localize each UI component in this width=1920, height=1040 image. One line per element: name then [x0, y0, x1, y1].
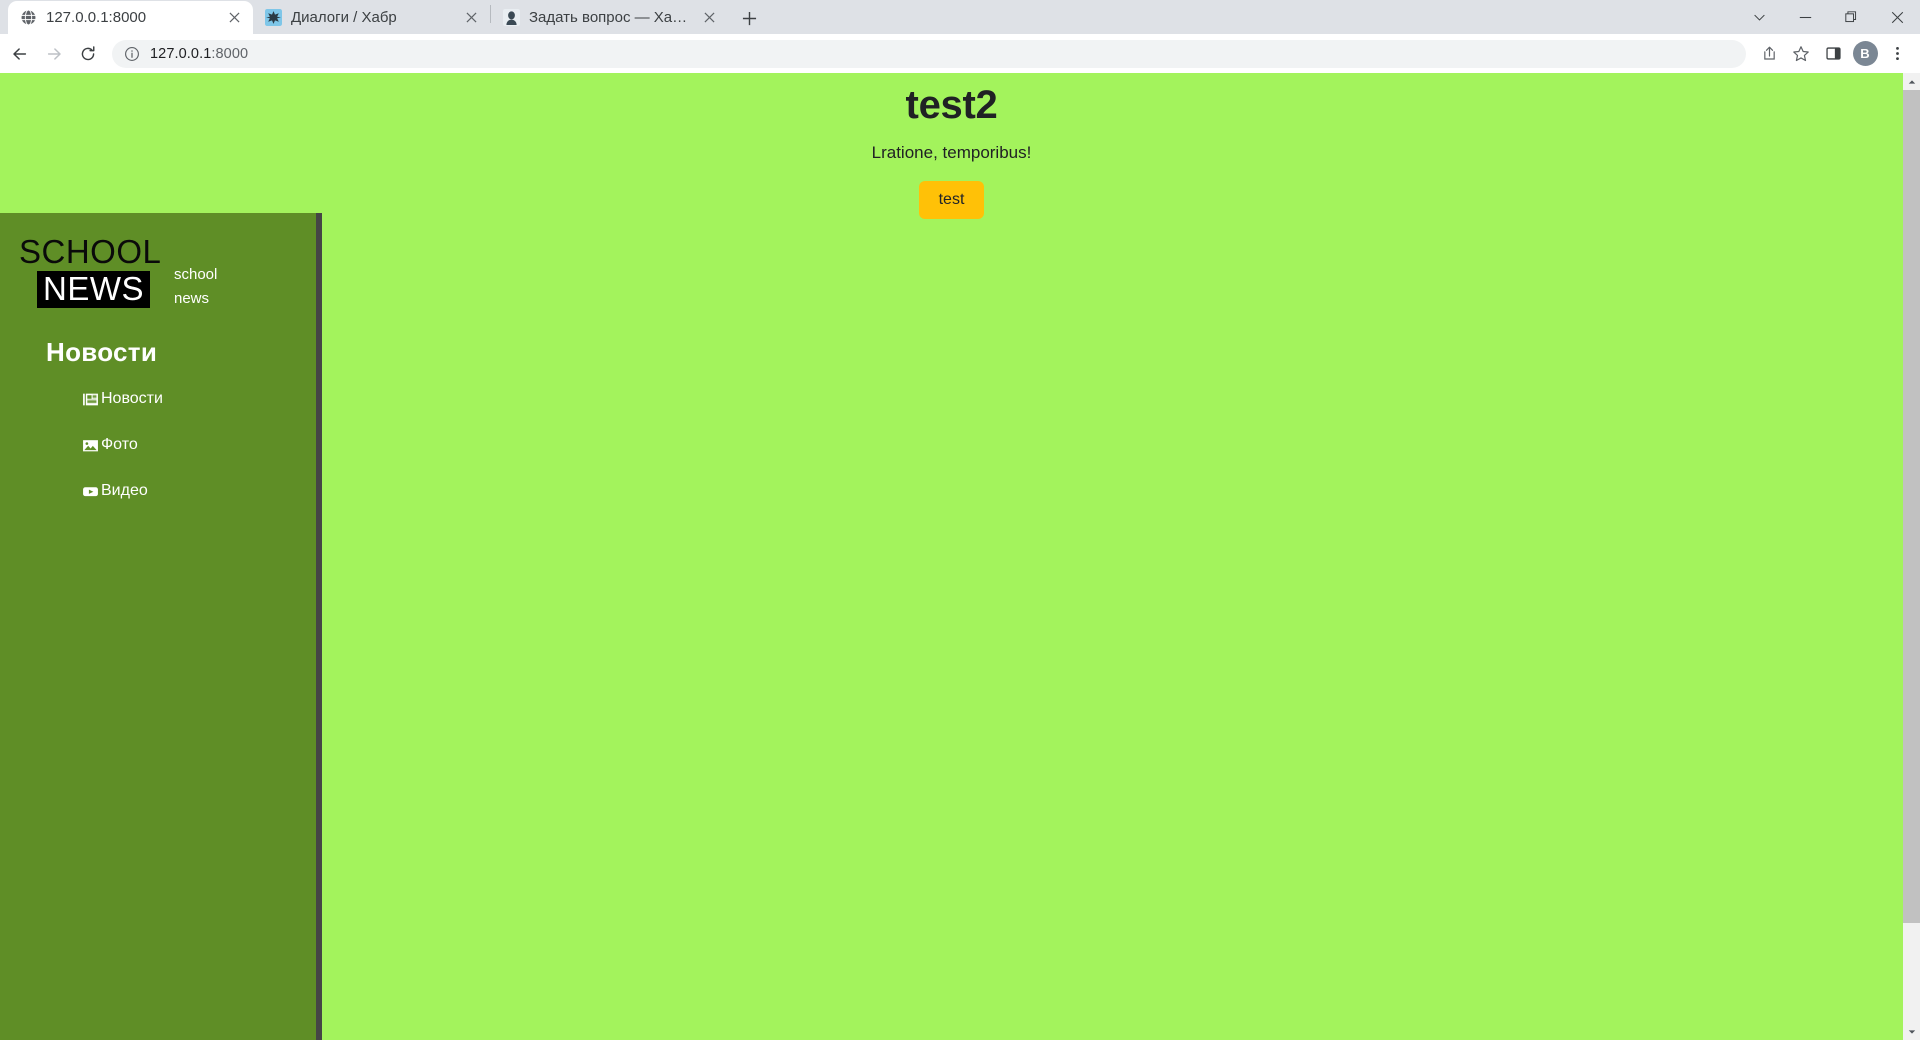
close-icon[interactable] [462, 9, 480, 27]
sidebar-nav: Новости Фото Видео [0, 368, 316, 500]
page-scrollbar[interactable] [1903, 73, 1920, 1040]
browser-window: 127.0.0.1:8000 Диалоги / Хабр Задать воп… [0, 0, 1920, 1040]
site-info-icon[interactable] [124, 46, 140, 62]
profile-button[interactable]: B [1850, 39, 1880, 69]
logo-word-school: school [174, 266, 218, 283]
browser-tab-2[interactable]: Диалоги / Хабр [253, 1, 490, 34]
browser-toolbar: 127.0.0.1:8000 B [0, 34, 1920, 73]
image-icon [82, 437, 99, 454]
arrow-left-icon [13, 47, 27, 60]
reload-button[interactable] [72, 38, 104, 70]
sidebar: SCHOOL NEWS school news Новости Новости … [0, 213, 322, 1040]
tab-search-button[interactable] [1736, 0, 1782, 34]
avatar: B [1852, 41, 1878, 66]
window-controls [1736, 0, 1920, 34]
url-host: 127.0.0.1 [150, 45, 212, 62]
maximize-button[interactable] [1828, 0, 1874, 34]
side-panel-icon [1825, 47, 1841, 60]
scrollbar-track[interactable] [1903, 90, 1920, 1023]
share-icon [1763, 46, 1775, 60]
scroll-down-button[interactable] [1903, 1023, 1920, 1040]
close-button[interactable] [1874, 0, 1920, 34]
side-panel-button[interactable] [1818, 39, 1848, 69]
browser-menu-button[interactable] [1882, 39, 1912, 69]
close-icon[interactable] [225, 9, 243, 27]
scroll-up-button[interactable] [1903, 73, 1920, 90]
logo-mark: SCHOOL NEWS [14, 235, 174, 308]
close-icon[interactable] [700, 9, 718, 27]
arrow-right-icon [47, 47, 61, 60]
maximize-icon [1844, 10, 1856, 22]
sidebar-item-label: Новости [101, 390, 163, 407]
star-icon [1793, 45, 1809, 61]
sidebar-heading: Новости [46, 337, 158, 367]
tab-title: Задать вопрос — Хабр Q&A [529, 8, 691, 26]
browser-tab-1[interactable]: 127.0.0.1:8000 [8, 1, 253, 34]
logo-news-text: NEWS [37, 270, 150, 308]
tab-title: 127.0.0.1:8000 [46, 8, 147, 26]
forward-button[interactable] [38, 38, 70, 70]
page-content: test2 Lratione, temporibus! test SCHOOL … [0, 73, 1903, 1040]
habr-dialogs-icon [265, 9, 282, 26]
logo-word-news: news [174, 290, 210, 307]
address-bar-text: 127.0.0.1:8000 [150, 46, 248, 62]
logo-school-text: SCHOOL [19, 233, 162, 270]
bookmark-button[interactable] [1786, 39, 1816, 69]
close-icon [1891, 11, 1903, 23]
new-tab-button[interactable] [734, 3, 764, 33]
page-header: test2 Lratione, temporibus! test [0, 73, 1903, 219]
sidebar-item-label: Фото [101, 436, 138, 453]
url-port: :8000 [211, 45, 249, 62]
habr-qa-icon [503, 9, 520, 26]
video-icon [82, 483, 99, 500]
sidebar-item-foto[interactable]: Фото [82, 436, 138, 454]
share-button[interactable] [1754, 39, 1784, 69]
globe-icon [20, 9, 37, 26]
sidebar-item-label: Видео [101, 482, 148, 499]
tab-title: Диалоги / Хабр [291, 8, 397, 26]
minimize-button[interactable] [1782, 0, 1828, 34]
newspaper-icon [82, 391, 99, 408]
sidebar-item-novosti[interactable]: Новости [82, 390, 163, 408]
sidebar-logo: SCHOOL NEWS school news [0, 213, 316, 311]
sidebar-item-video[interactable]: Видео [82, 482, 148, 500]
back-button[interactable] [4, 38, 36, 70]
address-bar[interactable]: 127.0.0.1:8000 [112, 39, 1746, 68]
plus-icon [742, 11, 756, 25]
reload-icon [81, 45, 95, 60]
page-subtitle: Lratione, temporibus! [871, 143, 1032, 162]
tab-strip: 127.0.0.1:8000 Диалоги / Хабр Задать воп… [0, 0, 1920, 34]
chevron-down-icon [1753, 14, 1765, 21]
scrollbar-thumb[interactable] [1903, 90, 1920, 923]
logo-words: school news [174, 235, 217, 311]
browser-tab-3[interactable]: Задать вопрос — Хабр Q&A [491, 1, 728, 34]
page-viewport: test2 Lratione, temporibus! test SCHOOL … [0, 73, 1920, 1040]
chevron-down-icon [1908, 1029, 1915, 1034]
minimize-icon [1799, 16, 1811, 18]
test-button[interactable]: test [918, 181, 985, 219]
chevron-up-icon [1908, 79, 1915, 84]
page-title: test2 [905, 83, 998, 127]
three-dots-icon [1895, 46, 1899, 61]
